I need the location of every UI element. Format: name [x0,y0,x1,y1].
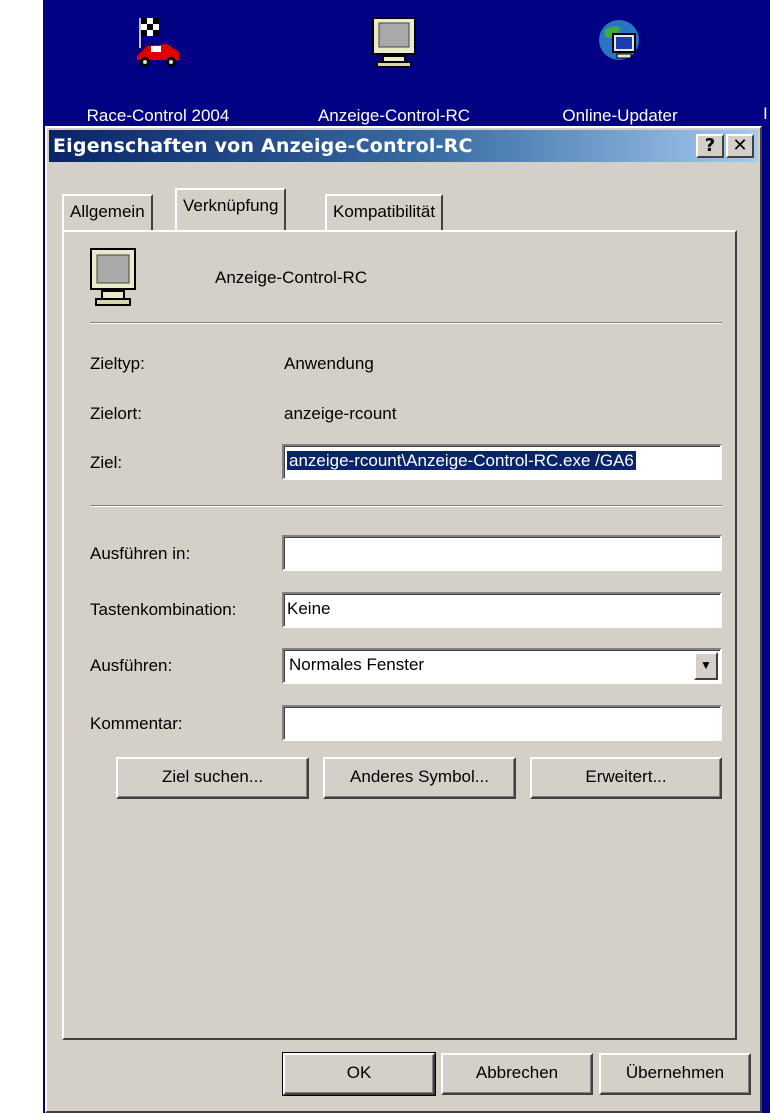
dialog-content: Anzeige-Control-RC Zieltyp: Anwendung Zi… [0,0,770,1113]
find-target-button[interactable]: Ziel suchen... [116,757,309,799]
target-input[interactable]: anzeige-rcount\Anzeige-Control-RC.exe /G… [282,444,722,480]
cancel-button[interactable]: Abbrechen [441,1053,593,1095]
shortcut-name: Anzeige-Control-RC [215,268,368,287]
run-label: Ausführen: [90,656,173,675]
dropdown-arrow-icon[interactable]: ▼ [694,652,718,680]
target-type-label: Zieltyp: [90,354,145,373]
separator [90,322,722,324]
advanced-button[interactable]: Erweitert... [530,757,722,799]
run-select-value: Normales Fenster [289,655,425,674]
comment-label: Kommentar: [90,714,183,733]
target-location-value: anzeige-rcount [284,404,397,423]
hotkey-input[interactable]: Keine [282,592,722,628]
start-in-input[interactable] [282,535,722,571]
comment-input[interactable] [282,705,722,741]
target-label: Ziel: [90,453,123,472]
apply-button[interactable]: Übernehmen [599,1053,751,1095]
separator [90,505,722,507]
ok-button[interactable]: OK [282,1052,436,1096]
change-icon-button[interactable]: Anderes Symbol... [323,757,516,799]
hotkey-label: Tastenkombination: [90,600,237,619]
target-input-selection: anzeige-rcount\Anzeige-Control-RC.exe /G… [287,451,636,470]
target-location-label: Zielort: [90,404,142,423]
target-type-value: Anwendung [284,354,374,373]
start-in-label: Ausführen in: [90,544,191,563]
run-select[interactable]: Normales Fenster ▼ [282,648,722,684]
